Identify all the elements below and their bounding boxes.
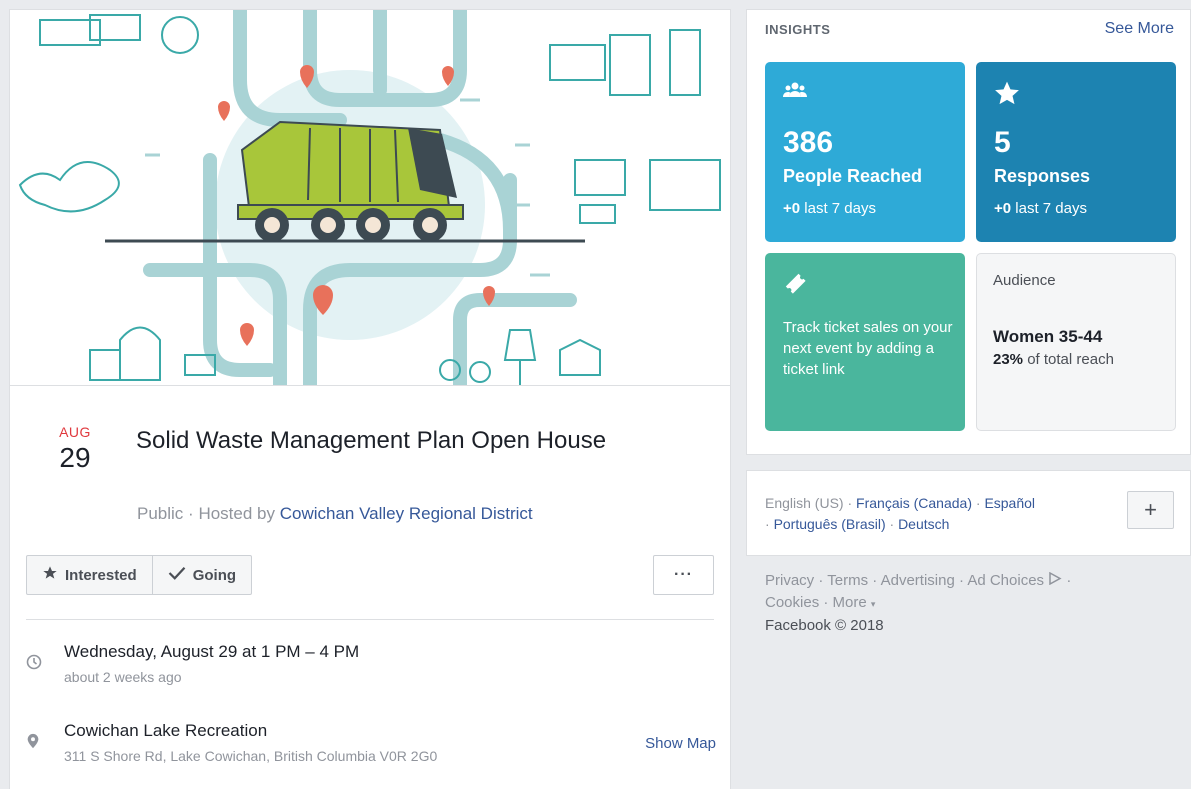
star-icon <box>42 565 58 586</box>
ticket-icon <box>783 271 807 295</box>
interested-button[interactable]: Interested <box>27 556 152 594</box>
location-address: 311 S Shore Rd, Lake Cowichan, British C… <box>64 748 438 764</box>
footer-link-terms[interactable]: Terms <box>827 572 868 589</box>
location-name[interactable]: Cowichan Lake Recreation <box>64 721 267 741</box>
checkmark-icon <box>168 565 186 586</box>
copyright: Facebook © 2018 <box>765 617 884 634</box>
responses-delta: +0 last 7 days <box>994 200 1087 217</box>
event-date-day: 29 <box>59 442 91 473</box>
language-link[interactable]: Deutsch <box>898 516 949 532</box>
caret-down-icon: ▾ <box>870 599 876 609</box>
ticket-link-tile[interactable]: Track ticket sales on your next event by… <box>765 253 965 431</box>
footer-link-privacy[interactable]: Privacy <box>765 572 814 589</box>
event-location-row: Cowichan Lake Recreation 311 S Shore Rd,… <box>26 721 716 771</box>
meta-separator: · <box>188 504 199 523</box>
waste-truck-illustration <box>18 10 721 385</box>
ad-choices-icon <box>1048 571 1066 589</box>
footer-link-more[interactable]: More <box>833 594 867 611</box>
language-link[interactable]: Français (Canada) <box>856 495 972 511</box>
audience-label: Audience <box>993 272 1056 289</box>
language-link[interactable]: Português (Brasil) <box>774 516 886 532</box>
going-button[interactable]: Going <box>151 556 251 594</box>
map-pin-icon <box>26 733 42 749</box>
event-cover-image[interactable] <box>10 10 730 386</box>
people-icon <box>783 80 807 104</box>
footer-link-advertising[interactable]: Advertising <box>881 572 955 589</box>
language-link[interactable]: Español <box>984 495 1035 511</box>
interested-label: Interested <box>65 566 137 584</box>
event-meta: Public · Hosted by Cowichan Valley Regio… <box>137 504 533 524</box>
host-link[interactable]: Cowichan Valley Regional District <box>280 504 533 523</box>
show-map-link[interactable]: Show Map <box>645 735 716 752</box>
event-date: AUG 29 <box>50 424 100 474</box>
see-more-link[interactable]: See More <box>1105 20 1174 38</box>
event-card: AUG 29 Solid Waste Management Plan Open … <box>9 9 731 789</box>
current-language: English (US) <box>765 495 844 511</box>
insights-card: INSIGHTS See More 386 People Reached +0 … <box>746 9 1191 455</box>
event-title: Solid Waste Management Plan Open House <box>136 427 607 454</box>
audience-share: 23% of total reach <box>993 351 1114 368</box>
footer-link-ad-choices[interactable]: Ad Choices <box>967 572 1044 589</box>
event-privacy: Public <box>137 504 184 523</box>
event-time-row: Wednesday, August 29 at 1 PM – 4 PM abou… <box>26 642 716 692</box>
people-reached-label: People Reached <box>783 166 923 186</box>
insights-heading: INSIGHTS <box>765 22 831 37</box>
responses-value: 5 <box>994 126 1011 159</box>
audience-tile[interactable]: Audience Women 35-44 23% of total reach <box>976 253 1176 431</box>
responses-label: Responses <box>994 166 1091 186</box>
divider <box>26 619 714 620</box>
people-reached-tile[interactable]: 386 People Reached +0 last 7 days <box>765 62 965 242</box>
language-list: English (US) · Français (Canada) · Españ… <box>765 495 1036 532</box>
people-reached-value: 386 <box>783 126 834 159</box>
event-date-month: AUG <box>59 424 91 440</box>
event-time-relative: about 2 weeks ago <box>64 669 182 685</box>
page-footer: Privacy · Terms · Advertising · Ad Choic… <box>765 571 1072 634</box>
footer-link-cookies[interactable]: Cookies <box>765 594 819 611</box>
ticket-link-text: Track ticket sales on your next event by… <box>783 319 953 378</box>
more-languages-button[interactable]: + <box>1127 491 1174 529</box>
audience-segment: Women 35-44 <box>993 327 1103 346</box>
event-time: Wednesday, August 29 at 1 PM – 4 PM <box>64 642 360 661</box>
hosted-by-label: Hosted by <box>198 504 275 523</box>
star-icon <box>994 80 1019 105</box>
more-options-button[interactable]: ··· <box>653 555 714 595</box>
rsvp-button-group: Interested Going <box>26 555 253 595</box>
clock-icon <box>26 654 42 670</box>
responses-tile[interactable]: 5 Responses +0 last 7 days <box>976 62 1176 242</box>
people-reached-delta: +0 last 7 days <box>783 200 876 217</box>
language-selector-card: English (US) · Français (Canada) · Españ… <box>746 470 1191 556</box>
going-label: Going <box>192 566 237 584</box>
